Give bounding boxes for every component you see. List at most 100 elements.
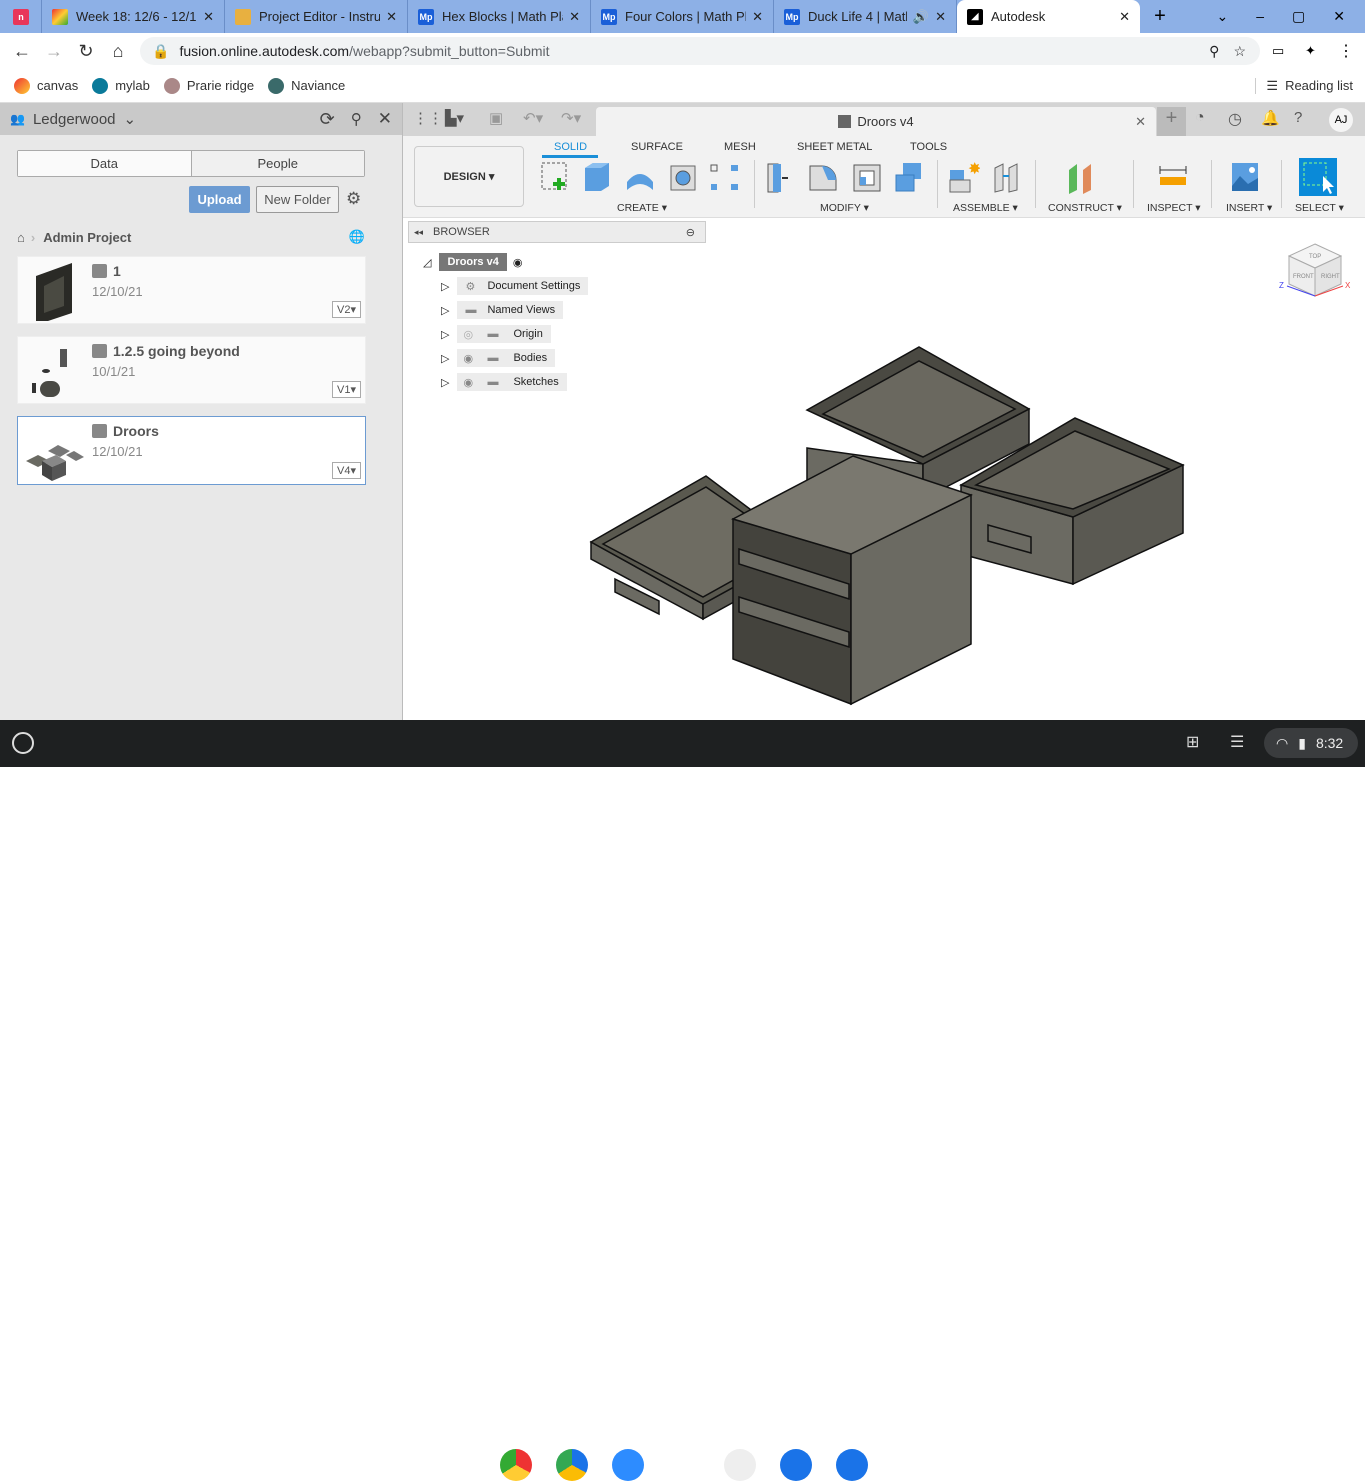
modify-menu[interactable]: MODIFY ▾ [820,202,869,214]
tab-search-icon[interactable]: ⌄ [1217,8,1229,25]
create-menu[interactable]: CREATE ▾ [617,202,667,214]
eye-icon[interactable]: ◉ [463,376,473,389]
expand-triangle-icon[interactable]: ▷ [441,280,449,293]
collapse-triangle-icon[interactable]: ◿ [423,256,431,269]
new-folder-button[interactable]: New Folder [256,186,339,213]
back-icon[interactable]: ← [6,41,38,62]
construct-menu[interactable]: CONSTRUCT ▾ [1048,202,1122,214]
bookmark-canvas[interactable]: canvas [14,77,78,94]
minus-icon[interactable]: ⊖ [686,226,695,239]
star-icon[interactable]: ☆ [1233,43,1246,60]
browser-tab[interactable]: MpHex Blocks | Math Playground✕ [408,0,591,33]
assemble-menu[interactable]: ASSEMBLE ▾ [953,202,1018,214]
job-status-icon[interactable]: ◷ [1228,109,1242,129]
extrude-icon[interactable] [581,160,613,194]
document-tab[interactable]: Droors v4 ✕ [596,107,1156,136]
chevron-down-icon[interactable]: ⌄ [124,110,137,128]
save-icon[interactable]: ▣ [489,109,503,127]
redo-icon[interactable]: ↷▾ [561,109,581,127]
fillet-icon[interactable] [807,160,839,194]
avatar[interactable]: AJ [1329,108,1353,132]
tree-item[interactable]: ▷ ◎ ▬ Origin [423,325,551,343]
offset-plane-icon[interactable] [1065,160,1097,194]
reload-icon[interactable]: ↻ [70,41,102,62]
tab-solid[interactable]: SOLID [554,141,587,153]
tab-people[interactable]: People [191,151,364,176]
browser-panel-header[interactable]: ◂◂ BROWSER ⊖ [408,221,706,243]
combine-icon[interactable] [893,160,925,194]
tree-item[interactable]: ▷ ◉ ▬ Sketches [423,373,567,391]
bookmark-mylab[interactable]: mylab [92,77,150,94]
drive-icon[interactable] [556,1449,588,1481]
browser-tab[interactable]: Week 18: 12/6 - 12/10 ✕ [42,0,225,33]
new-tab-button[interactable]: + [1140,5,1180,28]
file-card[interactable]: 1.2.5 going beyond 10/1/21 V1 ▾ [17,336,366,404]
measure-icon[interactable] [1157,160,1189,194]
notifications-icon[interactable]: 🔔 [1261,109,1280,127]
expand-triangle-icon[interactable]: ▷ [441,376,449,389]
close-icon[interactable]: ✕ [203,9,214,25]
close-icon[interactable]: ✕ [569,9,580,25]
notifications-icon[interactable]: ☰ [1230,732,1244,752]
team-selector[interactable]: Ledgerwood [33,111,116,128]
gear-icon[interactable]: ⚙ [346,189,361,209]
close-icon[interactable]: ✕ [1119,9,1130,25]
extensions-icon[interactable]: ✦ [1305,43,1316,59]
browser-tab-active[interactable]: ◢ Autodesk ✕ [957,0,1140,33]
tree-item[interactable]: ▷ ◉ ▬ Bodies [423,349,556,367]
close-icon[interactable]: ✕ [1135,114,1146,130]
help-icon[interactable]: ? [1294,109,1302,126]
eye-icon[interactable]: ◉ [463,352,473,365]
close-icon[interactable]: ✕ [935,9,946,25]
insert-menu[interactable]: INSERT ▾ [1226,202,1272,214]
browser-tab[interactable]: Project Editor - Instructions✕ [225,0,408,33]
version-dropdown[interactable]: V1 ▾ [332,381,361,398]
home-icon[interactable]: ⌂ [17,230,25,245]
collapse-icon[interactable]: ◂◂ [414,227,423,238]
view-cube[interactable]: TOP FRONT RIGHT X Z [1275,236,1355,316]
workspace-switcher[interactable]: DESIGN ▾ [414,146,524,207]
minimize-icon[interactable]: – [1256,8,1264,25]
tree-root[interactable]: ◿ Droors v4 ◉ [423,253,522,271]
tab-tools[interactable]: TOOLS [910,141,947,153]
version-dropdown[interactable]: V2 ▾ [332,301,361,318]
extensions-icon[interactable]: ◔ [1195,109,1205,127]
bookmark-prarie-ridge[interactable]: Prarie ridge [163,77,254,94]
file-card[interactable]: 1 12/10/21 V2 ▾ [17,256,366,324]
location-icon[interactable]: ⚲ [1209,43,1219,60]
cast-icon[interactable]: ▭ [1272,43,1284,59]
eye-hidden-icon[interactable]: ◎ [463,328,473,341]
insert-image-icon[interactable] [1229,160,1261,194]
camera-icon[interactable] [836,1449,868,1481]
app-icon[interactable] [724,1449,756,1481]
select-menu[interactable]: SELECT ▾ [1295,202,1344,214]
expand-triangle-icon[interactable]: ▷ [441,328,449,341]
select-icon[interactable] [1299,158,1337,196]
press-pull-icon[interactable] [765,160,797,194]
activate-radio-icon[interactable]: ◉ [513,256,523,269]
close-icon[interactable]: ✕ [752,9,763,25]
close-window-icon[interactable]: ✕ [1333,8,1345,25]
tree-item[interactable]: ▷ ▬ Named Views [423,301,564,319]
gmail-icon[interactable] [668,1449,700,1481]
tree-item[interactable]: ▷ ⚙ Document Settings [423,277,589,295]
version-dropdown[interactable]: V4 ▾ [332,462,361,479]
forward-icon[interactable]: → [38,41,70,62]
new-component-icon[interactable]: ✸ [948,160,980,194]
reading-list-button[interactable]: ☰ Reading list [1255,77,1353,94]
globe-icon[interactable]: 🌐 [349,229,365,245]
apps-grid-icon[interactable]: ⋮⋮ [413,109,443,127]
undo-icon[interactable]: ↶▾ [523,109,543,127]
menu-icon[interactable]: ⋮ [1338,41,1354,61]
tab-data[interactable]: Data [18,151,192,176]
new-tab-button[interactable]: + [1157,107,1186,136]
browser-tab[interactable]: MpDuck Life 4 | Math Playground🔊✕ [774,0,957,33]
joint-icon[interactable] [991,160,1023,194]
pinned-tab[interactable]: n [0,0,42,33]
file-menu-icon[interactable]: ▙▾ [445,109,464,127]
zoom-icon[interactable] [612,1449,644,1481]
launcher-button[interactable] [12,732,34,754]
close-icon[interactable]: ✕ [386,9,397,25]
inspect-menu[interactable]: INSPECT ▾ [1147,202,1201,214]
expand-triangle-icon[interactable]: ▷ [441,352,449,365]
